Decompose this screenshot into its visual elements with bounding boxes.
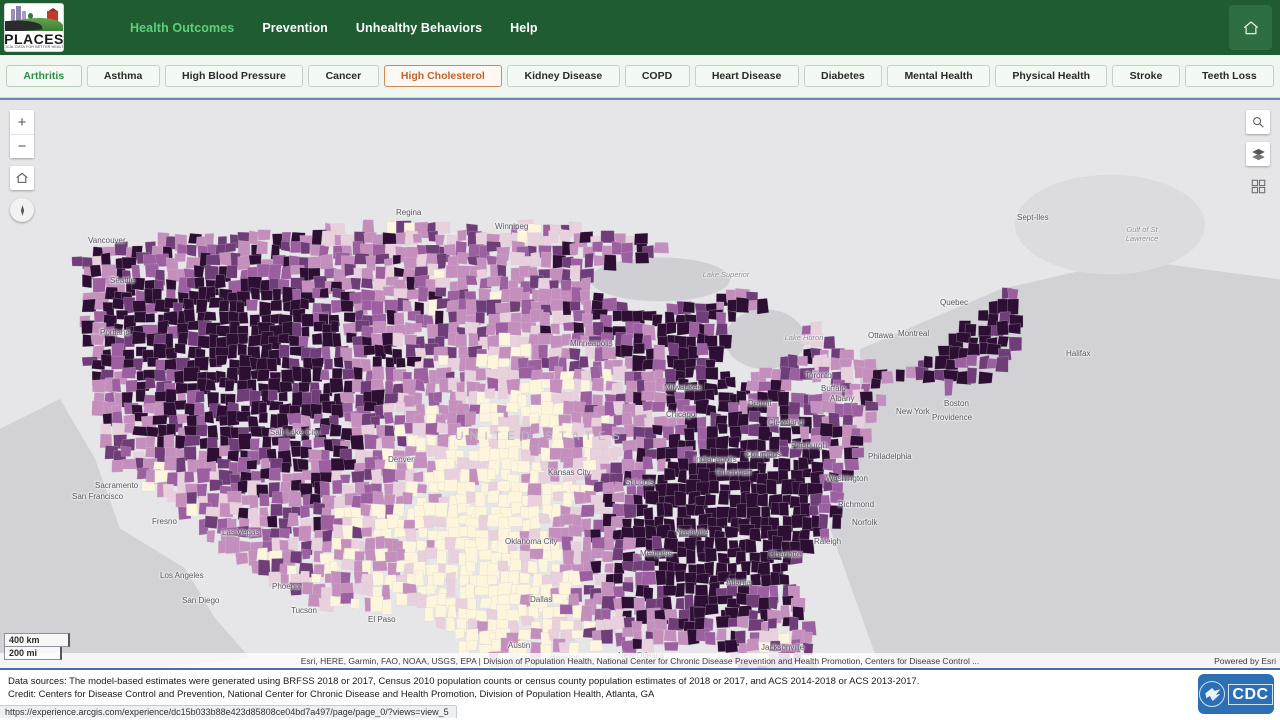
app-header: PLACES LOCAL DATA FOR BETTER HEALTH Heal…	[0, 0, 1280, 55]
logo-title: PLACES	[4, 30, 64, 47]
tab-asthma[interactable]: Asthma	[86, 65, 160, 87]
choropleth-map	[0, 100, 1280, 668]
home-icon	[1243, 20, 1258, 34]
footer-credit: Credit: Centers for Disease Control and …	[8, 689, 655, 700]
map-scale-bar: 400 km 200 mi	[4, 633, 70, 660]
compass-icon	[20, 204, 24, 216]
footer-data-sources: Data sources: The model-based estimates …	[8, 676, 920, 687]
map-controls-left: + −	[10, 110, 34, 222]
nav-item-unhealthy-behaviors[interactable]: Unhealthy Behaviors	[356, 21, 482, 35]
tab-heart-disease[interactable]: Heart Disease	[694, 65, 799, 87]
tab-teeth-loss[interactable]: Teeth Loss	[1184, 65, 1275, 87]
logo-subtitle: LOCAL DATA FOR BETTER HEALTH	[4, 45, 64, 50]
tab-copd[interactable]: COPD	[624, 65, 690, 87]
logo-illustration	[5, 4, 63, 31]
basemap-gallery-icon	[1251, 179, 1265, 193]
main-nav: Health Outcomes Prevention Unhealthy Beh…	[130, 21, 538, 35]
browser-status-url: https://experience.arcgis.com/experience…	[0, 705, 457, 718]
tab-high-blood-pressure[interactable]: High Blood Pressure	[164, 65, 304, 87]
locate-compass-button[interactable]	[10, 198, 34, 222]
tab-mental-health[interactable]: Mental Health	[887, 65, 991, 87]
basemap-gallery-button[interactable]	[1246, 174, 1270, 198]
zoom-out-button[interactable]: −	[10, 134, 34, 158]
search-icon	[1253, 117, 1264, 128]
map-layers-button[interactable]	[1246, 142, 1270, 166]
scale-mi: 200 mi	[4, 647, 62, 660]
scale-km: 400 km	[4, 633, 70, 647]
tab-arthritis[interactable]: Arthritis	[6, 65, 82, 87]
tab-diabetes[interactable]: Diabetes	[803, 65, 883, 87]
layers-icon	[1251, 148, 1265, 160]
map-controls-right	[1246, 110, 1270, 198]
map-container[interactable]: UNITED STATES Vancouver Seattle Portland Sa…	[0, 98, 1280, 668]
tab-physical-health[interactable]: Physical Health	[995, 65, 1108, 87]
cdc-logo[interactable]: CDC	[1198, 674, 1274, 714]
places-logo[interactable]: PLACES LOCAL DATA FOR BETTER HEALTH	[4, 3, 64, 52]
tab-kidney-disease[interactable]: Kidney Disease	[507, 65, 620, 87]
powered-by-esri: Powered by Esri	[1214, 655, 1276, 666]
page-footer: Data sources: The model-based estimates …	[0, 668, 1280, 718]
map-search-button[interactable]	[1246, 110, 1270, 134]
header-home-button[interactable]	[1229, 5, 1272, 50]
cdc-label: CDC	[1228, 683, 1273, 705]
hhs-seal-icon	[1199, 681, 1226, 707]
home-icon	[16, 172, 28, 183]
nav-item-help[interactable]: Help	[510, 21, 538, 35]
tab-cancer[interactable]: Cancer	[308, 65, 379, 87]
nav-item-prevention[interactable]: Prevention	[262, 21, 328, 35]
map-canvas[interactable]	[0, 100, 1280, 668]
attribution-text: Esri, HERE, Garmin, FAO, NOAA, USGS, EPA…	[300, 655, 980, 666]
nav-item-health-outcomes[interactable]: Health Outcomes	[130, 21, 234, 35]
map-attribution-bar: Esri, HERE, Garmin, FAO, NOAA, USGS, EPA…	[0, 653, 1280, 668]
topic-tab-bar: Arthritis Asthma High Blood Pressure Can…	[0, 55, 1280, 98]
zoom-in-button[interactable]: +	[10, 110, 34, 134]
tab-stroke[interactable]: Stroke	[1112, 65, 1180, 87]
map-home-button[interactable]	[10, 166, 34, 190]
tab-high-cholesterol[interactable]: High Cholesterol	[383, 65, 503, 87]
logo-wordmark: PLACES LOCAL DATA FOR BETTER HEALTH	[5, 31, 63, 51]
zoom-control-group: + −	[10, 110, 34, 158]
